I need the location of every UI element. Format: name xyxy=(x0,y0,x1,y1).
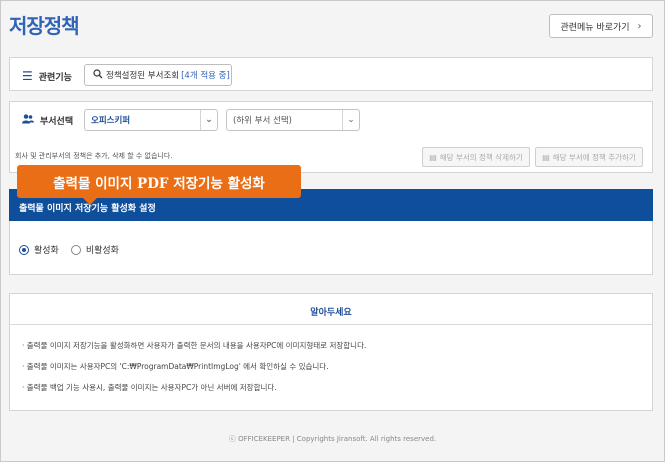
enable-radio[interactable] xyxy=(19,244,29,255)
chevron-down-icon: ⌄ xyxy=(200,110,217,130)
policy-row-label: ☰ 관련기능 xyxy=(22,69,72,83)
highlight-callout: 출력물 이미지 PDF 저장기능 활성화 xyxy=(17,165,301,205)
footer-copyright: ⓒ OFFICEKEEPER | Copyrights Jiransoft. A… xyxy=(228,435,437,443)
delete-button-label: 해당 부서의 정책 삭제하기 xyxy=(439,152,523,162)
page-title: 저장정책 xyxy=(9,14,80,38)
search-button-label: 정책설정된 부서조회 xyxy=(106,71,180,81)
app-window: 저장정책 관련메뉴 바로가기 › ☰ 관련기능 정책설정된 부서조회 [4개 적… xyxy=(0,0,665,462)
dept-select[interactable]: 오피스키퍼 ⌄ xyxy=(84,109,218,131)
dept-row-label: 부서선택 xyxy=(22,113,73,127)
notice-item: · 출력물 백업 기능 사용시, 출력물 이미지는 사용자PC가 아닌 서버에 … xyxy=(22,383,277,392)
chevron-right-icon: › xyxy=(637,20,642,32)
add-dept-policy-button[interactable]: ▤ 해당 부서에 정책 추가하기 xyxy=(535,147,643,167)
related-menu-button[interactable]: 관련메뉴 바로가기 › xyxy=(549,14,653,38)
notice-item: · 출력물 이미지는 사용자PC의 'C:₩ProgramData₩PrintI… xyxy=(22,362,329,371)
enable-radio-label[interactable]: 활성화 xyxy=(34,243,59,256)
dept-policy-search-button[interactable]: 정책설정된 부서조회 [4개 적용 중] xyxy=(84,64,232,86)
dept-label: 부서선택 xyxy=(40,116,74,127)
applied-count-badge: [4개 적용 중] xyxy=(181,71,230,81)
enable-radio-group: 활성화 비활성화 xyxy=(19,243,119,256)
search-icon xyxy=(93,68,103,82)
notice-title: 알아두세요 xyxy=(310,308,352,318)
dept-select-value: 오피스키퍼 xyxy=(91,116,131,126)
notice-item: · 출력물 이미지 저장기능을 활성화하면 사용자가 출력한 문서의 내용을 사… xyxy=(22,341,367,350)
sub-dept-select[interactable]: (하위 부서 선택) ⌄ xyxy=(226,109,360,131)
policy-note: 회사 및 관리부서의 정책은 추가, 삭제 할 수 없습니다. xyxy=(15,152,173,160)
disable-radio-label[interactable]: 비활성화 xyxy=(86,243,119,256)
notice-list: · 출력물 이미지 저장기능을 활성화하면 사용자가 출력한 문서의 내용을 사… xyxy=(22,340,366,403)
add-button-label: 해당 부서에 정책 추가하기 xyxy=(552,152,636,162)
notice-panel: 알아두세요 · 출력물 이미지 저장기능을 활성화하면 사용자가 출력한 문서의… xyxy=(9,293,653,411)
policy-label: 관련기능 xyxy=(38,72,72,83)
chevron-down-icon: ⌄ xyxy=(342,110,359,130)
notice-divider xyxy=(10,324,652,325)
policy-panel: ☰ 관련기능 정책설정된 부서조회 [4개 적용 중] xyxy=(9,57,653,91)
list-icon: ☰ xyxy=(22,69,33,83)
delete-icon: ▤ xyxy=(429,152,437,162)
users-icon xyxy=(22,113,34,127)
disable-radio[interactable] xyxy=(70,244,81,255)
add-icon: ▤ xyxy=(542,152,550,162)
sub-dept-select-value: (하위 부서 선택) xyxy=(233,116,292,126)
related-menu-label: 관련메뉴 바로가기 xyxy=(560,22,630,33)
delete-dept-policy-button[interactable]: ▤ 해당 부서의 정책 삭제하기 xyxy=(422,147,530,167)
